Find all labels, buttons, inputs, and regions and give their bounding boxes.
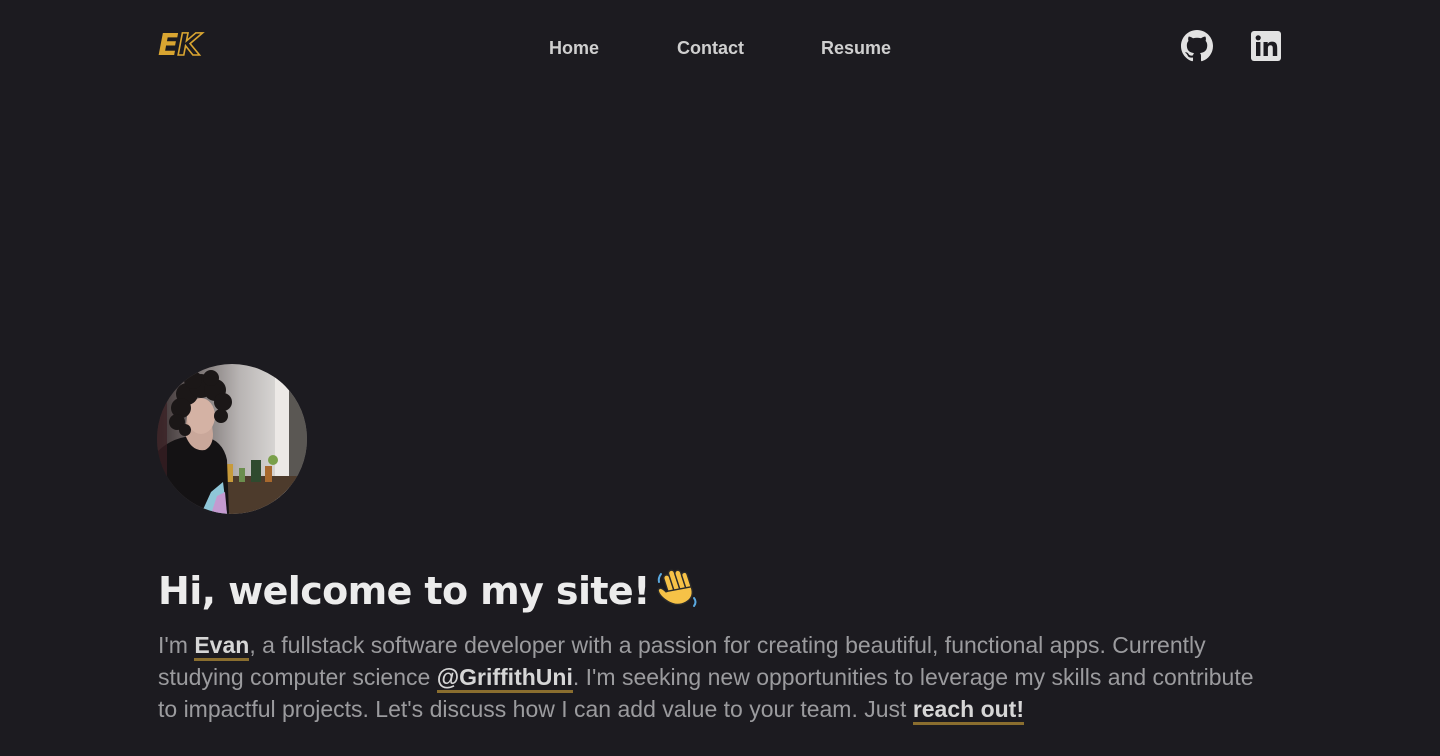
nav-home-link[interactable]: Home — [549, 37, 599, 59]
avatar-photo — [157, 364, 307, 514]
avatar — [157, 364, 307, 514]
hero-headline: Hi, welcome to my site! — [158, 566, 700, 621]
nav-resume-link[interactable]: Resume — [821, 37, 891, 59]
linkedin-icon — [1251, 31, 1281, 61]
name-link[interactable]: Evan — [194, 632, 250, 661]
reach-out-link[interactable]: reach out! — [912, 696, 1024, 725]
nav-links: Home Contact Resume — [0, 37, 1440, 61]
top-nav: EK Home Contact Resume — [0, 0, 1440, 96]
intro-text-1: I'm — [158, 632, 195, 658]
griffith-uni-link[interactable]: @GriffithUni — [436, 664, 573, 693]
headline-text: Hi, welcome to my site! — [158, 569, 650, 613]
waving-hand-icon — [656, 566, 700, 621]
nav-contact-link[interactable]: Contact — [677, 37, 744, 59]
linkedin-link[interactable] — [1250, 30, 1282, 62]
hero-intro: I'm Evan, a fullstack software developer… — [158, 629, 1268, 725]
github-icon — [1181, 30, 1213, 62]
github-link[interactable] — [1181, 30, 1213, 62]
